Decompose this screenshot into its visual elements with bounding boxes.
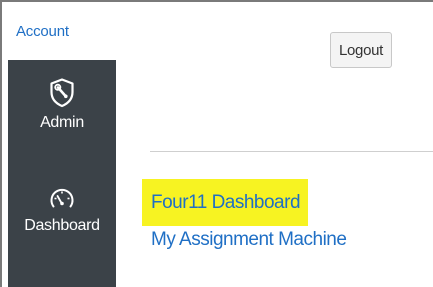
logout-button[interactable]: Logout (330, 32, 392, 68)
window-top-border (0, 0, 433, 2)
sidebar: Admin Dashboard (8, 60, 116, 287)
shield-wrench-icon (50, 78, 74, 108)
my-assignment-machine-link[interactable]: My Assignment Machine (151, 229, 347, 251)
account-link[interactable]: Account (16, 23, 69, 40)
app-window: Account Admin Dashboard Logout Four11 Da… (0, 0, 433, 287)
sidebar-item-admin[interactable]: Admin (8, 78, 116, 132)
sidebar-item-label: Admin (40, 114, 84, 131)
sidebar-item-label: Dashboard (24, 217, 100, 234)
sidebar-item-dashboard[interactable]: Dashboard (8, 187, 116, 235)
section-divider (150, 151, 433, 152)
gauge-icon (50, 188, 74, 208)
window-left-border (0, 0, 2, 287)
four11-dashboard-link[interactable]: Four11 Dashboard (142, 179, 309, 226)
